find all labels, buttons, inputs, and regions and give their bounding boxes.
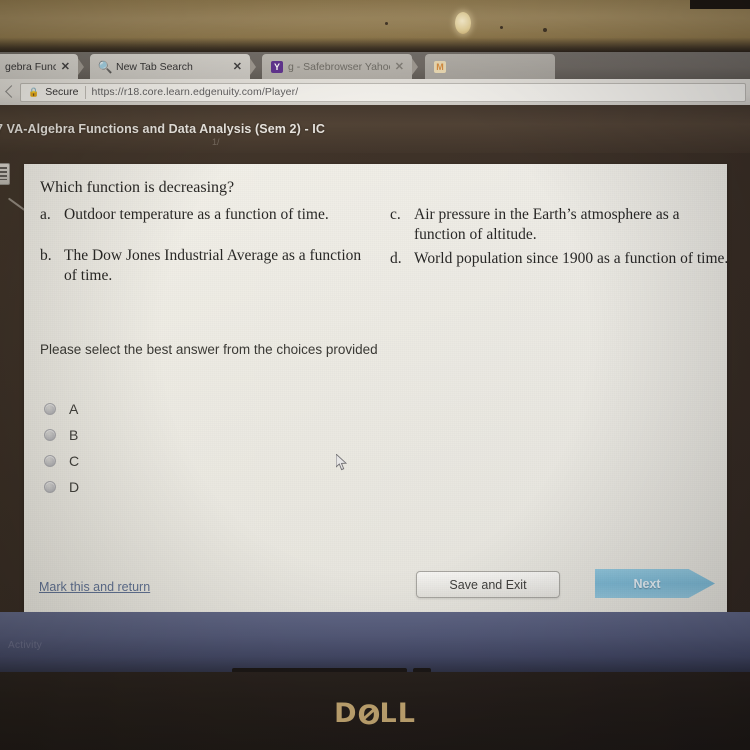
- header-ghost-text: 1/: [212, 137, 220, 147]
- browser-tab-strip: gebra Functio ✕ 🔍 New Tab Search ✕ Y g -…: [0, 52, 750, 79]
- webcam-icon: [455, 12, 471, 34]
- mark-this-and-return-link[interactable]: Mark this and return: [39, 580, 150, 594]
- close-icon[interactable]: ✕: [61, 60, 70, 73]
- choice-a-text: Outdoor temperature as a function of tim…: [64, 206, 329, 223]
- option-label-b: B: [69, 427, 79, 443]
- dell-logo: D LL: [334, 698, 416, 731]
- radio-button-d[interactable]: [44, 481, 56, 493]
- browser-tab-4[interactable]: M: [425, 54, 555, 79]
- option-row-b[interactable]: B: [44, 422, 79, 448]
- choice-b: b. The Dow Jones Industrial Average as a…: [40, 246, 370, 287]
- save-and-exit-button[interactable]: Save and Exit: [416, 571, 560, 598]
- dell-logo-o: [358, 700, 382, 731]
- choice-d-letter: d.: [390, 250, 402, 267]
- option-row-c[interactable]: C: [44, 448, 79, 474]
- browser-toolbar: 🔒 Secure https://r18.core.learn.edgenuit…: [0, 79, 750, 105]
- choice-b-letter: b.: [40, 247, 52, 264]
- radio-button-c[interactable]: [44, 455, 56, 467]
- security-label: Secure: [45, 86, 79, 98]
- url-text: https://r18.core.learn.edgenuity.com/Pla…: [91, 86, 299, 98]
- option-row-d[interactable]: D: [44, 474, 79, 500]
- radio-button-b[interactable]: [44, 429, 56, 441]
- desktop-background: [0, 612, 750, 674]
- course-title: 7 VA-Algebra Functions and Data Analysis…: [0, 122, 325, 136]
- yahoo-favicon-icon: Y: [271, 60, 283, 73]
- app-body: Which function is decreasing? a. Outdoor…: [0, 153, 750, 612]
- close-icon[interactable]: ✕: [233, 60, 242, 73]
- bezel-dot: [385, 22, 388, 25]
- bezel-dot: [543, 28, 547, 32]
- choice-b-text: The Dow Jones Industrial Average as a fu…: [64, 247, 362, 285]
- browser-tab-2-label: New Tab Search: [116, 60, 193, 73]
- browser-tab-3[interactable]: Y g - Safebrowser Yahoo S ✕: [262, 54, 412, 79]
- option-label-c: C: [69, 453, 80, 469]
- option-label-a: A: [69, 401, 79, 417]
- activity-ghost-text: Activity: [8, 640, 43, 651]
- laptop-bottom-bezel: D LL: [0, 672, 750, 750]
- gmail-favicon-icon: M: [434, 60, 446, 73]
- question-prompt: Which function is decreasing?: [40, 179, 235, 196]
- app-header: 7 VA-Algebra Functions and Data Analysis…: [0, 105, 750, 153]
- address-bar[interactable]: 🔒 Secure https://r18.core.learn.edgenuit…: [20, 82, 746, 102]
- question-block: Which function is decreasing? a. Outdoor…: [40, 179, 728, 284]
- bezel-notch: [690, 0, 750, 9]
- browser-tab-1-label: gebra Functio: [5, 60, 56, 73]
- choice-c-letter: c.: [390, 206, 401, 223]
- browser-tab-3-label: g - Safebrowser Yahoo S: [288, 60, 390, 73]
- bezel-texture: [0, 0, 750, 52]
- choice-c: c. Air pressure in the Earth’s atmospher…: [390, 205, 735, 246]
- choice-d: d. World population since 1900 as a func…: [390, 249, 728, 269]
- question-card: Which function is decreasing? a. Outdoor…: [24, 164, 728, 612]
- choice-a-letter: a.: [40, 206, 51, 223]
- laptop-photo: gebra Functio ✕ 🔍 New Tab Search ✕ Y g -…: [0, 0, 750, 750]
- lock-icon: 🔒: [28, 86, 40, 97]
- close-icon[interactable]: ✕: [395, 60, 404, 73]
- choice-list: a. Outdoor temperature as a function of …: [40, 205, 728, 284]
- dell-logo-text: D: [334, 698, 358, 729]
- divider: [84, 85, 86, 99]
- browser-tab-2[interactable]: 🔍 New Tab Search ✕: [90, 54, 250, 79]
- laptop-top-bezel: [0, 0, 750, 52]
- radio-button-a[interactable]: [44, 403, 56, 415]
- left-rail-icon[interactable]: [0, 163, 10, 185]
- choice-c-text: Air pressure in the Earth’s atmosphere a…: [414, 206, 680, 244]
- bezel-dot: [500, 26, 503, 29]
- laptop-screen: gebra Functio ✕ 🔍 New Tab Search ✕ Y g -…: [0, 52, 750, 612]
- browser-tab-1[interactable]: gebra Functio ✕: [0, 54, 78, 79]
- choice-a: a. Outdoor temperature as a function of …: [40, 205, 329, 225]
- dell-logo-text-2: LL: [379, 698, 416, 729]
- instruction-text: Please select the best answer from the c…: [40, 342, 378, 357]
- option-row-a[interactable]: A: [44, 396, 79, 422]
- choice-d-text: World population since 1900 as a functio…: [414, 250, 729, 267]
- search-icon: 🔍: [97, 59, 113, 74]
- next-button[interactable]: Next: [595, 569, 715, 598]
- option-label-d: D: [69, 479, 80, 495]
- back-arrow-icon[interactable]: [2, 83, 20, 101]
- answer-options: A B C D: [44, 396, 79, 500]
